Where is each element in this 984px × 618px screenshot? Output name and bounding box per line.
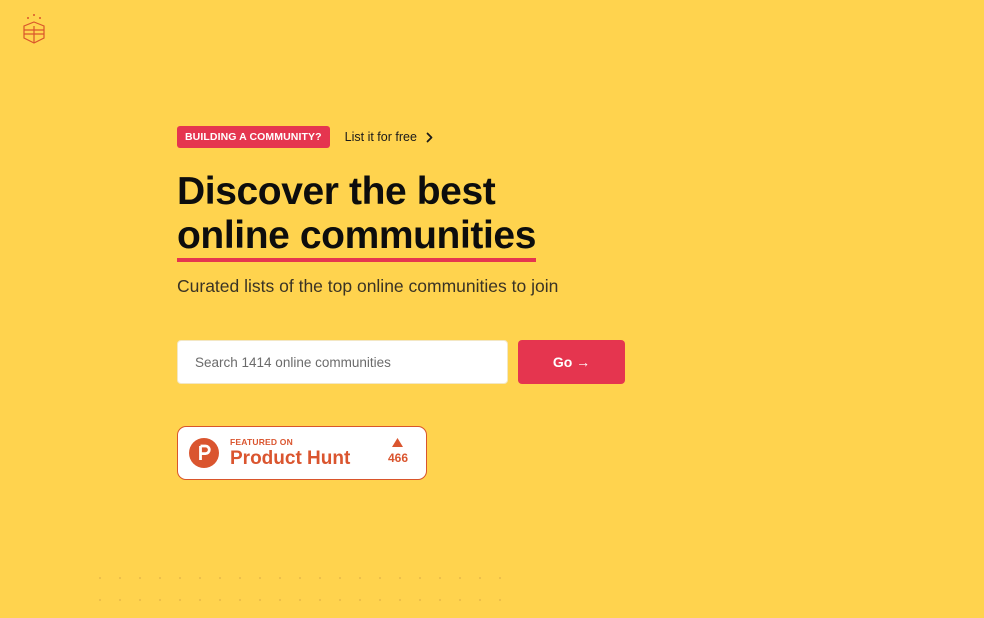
go-button[interactable]: Go → (518, 340, 625, 384)
decorative-dot (159, 577, 161, 579)
product-hunt-text: FEATURED ON Product Hunt (230, 437, 350, 469)
honeycomb-logo-icon[interactable] (18, 12, 50, 46)
decorative-dot (259, 599, 261, 601)
decorative-dot (459, 599, 461, 601)
decorative-dot (339, 577, 341, 579)
decorative-dot (379, 577, 381, 579)
decorative-dot (199, 599, 201, 601)
decorative-dot (219, 577, 221, 579)
decorative-dot (119, 577, 121, 579)
decorative-dot (259, 577, 261, 579)
decorative-dot (139, 599, 141, 601)
decorative-dot (299, 577, 301, 579)
list-it-for-free-label: List it for free (344, 130, 417, 144)
hero-title-line-2: online communities (177, 214, 536, 262)
decorative-dot (319, 599, 321, 601)
decorative-dot-pattern (99, 577, 501, 601)
product-hunt-logo-icon (189, 438, 219, 468)
decorative-dot (299, 599, 301, 601)
hero-subtitle: Curated lists of the top online communit… (177, 276, 559, 296)
decorative-dot (179, 599, 181, 601)
decorative-dot (439, 577, 441, 579)
featured-on-label: FEATURED ON (230, 437, 293, 447)
decorative-dot (199, 577, 201, 579)
decorative-dot (439, 599, 441, 601)
decorative-dot (479, 599, 481, 601)
hero-title-line-1: Discover the best (177, 170, 496, 213)
decorative-dot (339, 599, 341, 601)
hero-title: Discover the best online communities (177, 170, 536, 262)
decorative-dot (279, 599, 281, 601)
list-it-for-free-link[interactable]: List it for free (345, 130, 433, 144)
page: BUILDING A COMMUNITY? List it for free D… (0, 0, 984, 618)
decorative-dot (479, 577, 481, 579)
upvote-triangle-icon (392, 438, 404, 447)
decorative-dot (499, 599, 501, 601)
decorative-dot (499, 577, 501, 579)
decorative-dot (159, 599, 161, 601)
search-input[interactable] (177, 340, 508, 384)
decorative-dot (219, 599, 221, 601)
decorative-dot (419, 577, 421, 579)
decorative-dot (239, 577, 241, 579)
product-hunt-name: Product Hunt (230, 448, 351, 469)
vote-count: 466 (387, 451, 408, 465)
decorative-dot (419, 599, 421, 601)
decorative-dot (399, 599, 401, 601)
decorative-dot (139, 577, 141, 579)
decorative-dot (119, 599, 121, 601)
decorative-dot (99, 599, 101, 601)
decorative-dot (239, 599, 241, 601)
product-hunt-badge[interactable]: FEATURED ON Product Hunt 466 (177, 426, 427, 480)
announcement-bar: BUILDING A COMMUNITY? List it for free (177, 126, 433, 148)
decorative-dot (459, 577, 461, 579)
decorative-dot (359, 577, 361, 579)
decorative-dot (319, 577, 321, 579)
decorative-dot (379, 599, 381, 601)
decorative-dot (359, 599, 361, 601)
product-hunt-votes: 466 (388, 438, 408, 465)
announcement-badge: BUILDING A COMMUNITY? (177, 126, 330, 148)
decorative-dot (99, 577, 101, 579)
decorative-dot (279, 577, 281, 579)
decorative-dot (399, 577, 401, 579)
decorative-dot (179, 577, 181, 579)
chevron-right-icon (426, 132, 433, 142)
